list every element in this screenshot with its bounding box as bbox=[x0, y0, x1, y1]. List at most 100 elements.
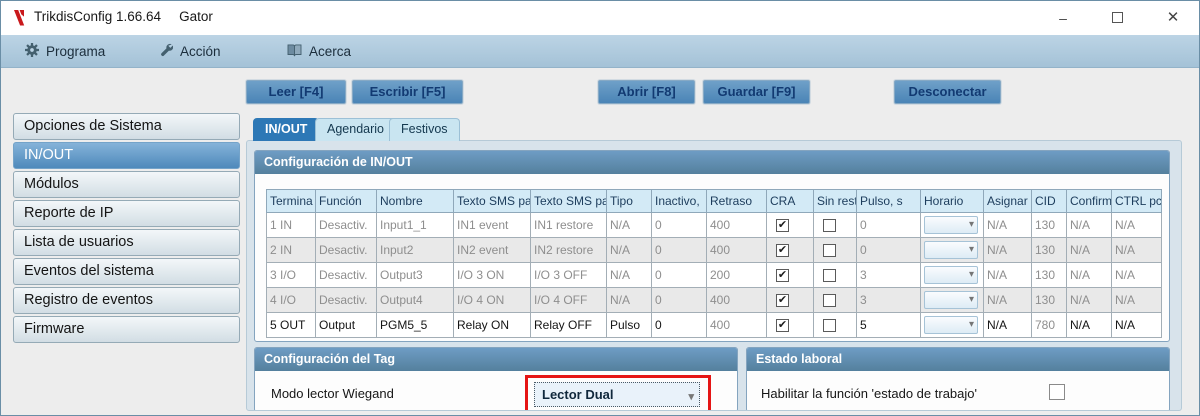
cell-texto-sms-restore[interactable]: I/O 4 OFF bbox=[530, 287, 607, 313]
tab-in-out[interactable]: IN/OUT bbox=[253, 118, 320, 141]
cell-terminal[interactable]: 5 OUT bbox=[266, 312, 316, 338]
cell-texto-sms-event[interactable]: Relay ON bbox=[453, 312, 531, 338]
cell-inactivo[interactable]: 0 bbox=[651, 212, 707, 238]
cell-ctrl[interactable]: N/A bbox=[1111, 262, 1162, 288]
cell-retraso[interactable]: 400 bbox=[706, 312, 767, 338]
disconnect-button[interactable]: Desconectar bbox=[894, 80, 1001, 104]
cell-asignar[interactable]: N/A bbox=[983, 287, 1032, 313]
cell-ctrl[interactable]: N/A bbox=[1111, 237, 1162, 263]
sidebar-item-opciones-de-sistema[interactable]: Opciones de Sistema bbox=[13, 113, 240, 140]
cell-nombre[interactable]: Output3 bbox=[376, 262, 454, 288]
horario-dropdown[interactable] bbox=[924, 216, 978, 234]
cell-cid[interactable]: 130 bbox=[1031, 287, 1067, 313]
cell-retraso[interactable]: 400 bbox=[706, 237, 767, 263]
horario-dropdown[interactable] bbox=[924, 316, 978, 334]
sidebar-item-m-dulos[interactable]: Módulos bbox=[13, 171, 240, 198]
cell-cid[interactable]: 130 bbox=[1031, 262, 1067, 288]
save-button[interactable]: Guardar [F9] bbox=[703, 80, 810, 104]
minimize-button[interactable]: – bbox=[1041, 1, 1085, 35]
cell-terminal[interactable]: 1 IN bbox=[266, 212, 316, 238]
cell-confirm[interactable]: N/A bbox=[1066, 262, 1112, 288]
sin-rest-checkbox[interactable] bbox=[823, 269, 836, 283]
cell-tipo[interactable]: N/A bbox=[606, 212, 652, 238]
cell-confirm[interactable]: N/A bbox=[1066, 212, 1112, 238]
cell-ctrl[interactable]: N/A bbox=[1111, 287, 1162, 313]
cra-checkbox[interactable]: ✔ bbox=[776, 319, 789, 333]
cell-confirm[interactable]: N/A bbox=[1066, 287, 1112, 313]
cell-pulso[interactable]: 0 bbox=[856, 237, 921, 263]
cra-checkbox[interactable]: ✔ bbox=[776, 244, 789, 258]
cell-funcion[interactable]: Desactiv. bbox=[315, 287, 377, 313]
sin-rest-checkbox[interactable] bbox=[823, 219, 836, 233]
cell-funcion[interactable]: Desactiv. bbox=[315, 212, 377, 238]
cell-inactivo[interactable]: 0 bbox=[651, 237, 707, 263]
cell-funcion[interactable]: Desactiv. bbox=[315, 237, 377, 263]
wiegand-mode-dropdown[interactable]: Lector Dual bbox=[534, 382, 700, 409]
cell-funcion[interactable]: Desactiv. bbox=[315, 262, 377, 288]
cell-texto-sms-restore[interactable]: Relay OFF bbox=[530, 312, 607, 338]
sidebar-item-reporte-de-ip[interactable]: Reporte de IP bbox=[13, 200, 240, 227]
cell-tipo[interactable]: N/A bbox=[606, 287, 652, 313]
write-button[interactable]: Escribir [F5] bbox=[352, 80, 463, 104]
cell-terminal[interactable]: 4 I/O bbox=[266, 287, 316, 313]
sin-rest-checkbox[interactable] bbox=[823, 294, 836, 308]
cell-texto-sms-event[interactable]: IN1 event bbox=[453, 212, 531, 238]
sidebar-item-firmware[interactable]: Firmware bbox=[13, 316, 240, 343]
cell-ctrl[interactable]: N/A bbox=[1111, 212, 1162, 238]
cell-pulso[interactable]: 3 bbox=[856, 262, 921, 288]
cell-texto-sms-event[interactable]: I/O 4 ON bbox=[453, 287, 531, 313]
cell-tipo[interactable]: N/A bbox=[606, 237, 652, 263]
work-state-checkbox[interactable] bbox=[1049, 384, 1065, 400]
sidebar-item-lista-de-usuarios[interactable]: Lista de usuarios bbox=[13, 229, 240, 256]
cell-inactivo[interactable]: 0 bbox=[651, 287, 707, 313]
cell-asignar[interactable]: N/A bbox=[983, 212, 1032, 238]
cell-confirm[interactable]: N/A bbox=[1066, 237, 1112, 263]
cra-checkbox[interactable]: ✔ bbox=[776, 269, 789, 283]
cell-asignar[interactable]: N/A bbox=[983, 237, 1032, 263]
sin-rest-checkbox[interactable] bbox=[823, 319, 836, 333]
cell-terminal[interactable]: 2 IN bbox=[266, 237, 316, 263]
cell-ctrl[interactable]: N/A bbox=[1111, 312, 1162, 338]
cell-asignar[interactable]: N/A bbox=[983, 312, 1032, 338]
cell-nombre[interactable]: PGM5_5 bbox=[376, 312, 454, 338]
cell-tipo[interactable]: N/A bbox=[606, 262, 652, 288]
cell-retraso[interactable]: 200 bbox=[706, 262, 767, 288]
cell-inactivo[interactable]: 0 bbox=[651, 312, 707, 338]
cell-terminal[interactable]: 3 I/O bbox=[266, 262, 316, 288]
tab-festivos[interactable]: Festivos bbox=[389, 118, 460, 141]
cell-pulso[interactable]: 3 bbox=[856, 287, 921, 313]
cell-retraso[interactable]: 400 bbox=[706, 212, 767, 238]
cell-cid[interactable]: 130 bbox=[1031, 212, 1067, 238]
tab-agendario[interactable]: Agendario bbox=[315, 118, 396, 141]
sin-rest-checkbox[interactable] bbox=[823, 244, 836, 258]
cell-retraso[interactable]: 400 bbox=[706, 287, 767, 313]
cell-texto-sms-restore[interactable]: IN1 restore bbox=[530, 212, 607, 238]
cell-texto-sms-restore[interactable]: IN2 restore bbox=[530, 237, 607, 263]
sidebar-item-in-out[interactable]: IN/OUT bbox=[13, 142, 240, 169]
cell-asignar[interactable]: N/A bbox=[983, 262, 1032, 288]
cell-texto-sms-event[interactable]: I/O 3 ON bbox=[453, 262, 531, 288]
cell-tipo[interactable]: Pulso bbox=[606, 312, 652, 338]
maximize-button[interactable] bbox=[1095, 1, 1139, 35]
cell-pulso[interactable]: 0 bbox=[856, 212, 921, 238]
cra-checkbox[interactable]: ✔ bbox=[776, 219, 789, 233]
cell-inactivo[interactable]: 0 bbox=[651, 262, 707, 288]
cell-confirm[interactable]: N/A bbox=[1066, 312, 1112, 338]
sidebar-item-registro-de-eventos[interactable]: Registro de eventos bbox=[13, 287, 240, 314]
cell-texto-sms-restore[interactable]: I/O 3 OFF bbox=[530, 262, 607, 288]
cell-funcion[interactable]: Output bbox=[315, 312, 377, 338]
cell-nombre[interactable]: Output4 bbox=[376, 287, 454, 313]
cell-cid[interactable]: 780 bbox=[1031, 312, 1067, 338]
menu-accion[interactable]: Acción bbox=[159, 35, 221, 68]
cell-texto-sms-event[interactable]: IN2 event bbox=[453, 237, 531, 263]
menu-programa[interactable]: Programa bbox=[25, 35, 105, 68]
read-button[interactable]: Leer [F4] bbox=[246, 80, 346, 104]
cell-nombre[interactable]: Input2 bbox=[376, 237, 454, 263]
menu-acerca[interactable]: Acerca bbox=[287, 35, 351, 68]
cell-cid[interactable]: 130 bbox=[1031, 237, 1067, 263]
cra-checkbox[interactable]: ✔ bbox=[776, 294, 789, 308]
cell-pulso[interactable]: 5 bbox=[856, 312, 921, 338]
horario-dropdown[interactable] bbox=[924, 266, 978, 284]
horario-dropdown[interactable] bbox=[924, 241, 978, 259]
horario-dropdown[interactable] bbox=[924, 291, 978, 309]
